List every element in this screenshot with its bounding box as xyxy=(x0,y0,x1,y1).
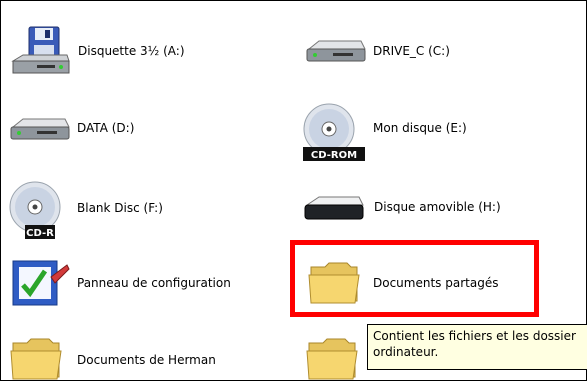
drive-h-item[interactable]: Disque amovible (H:) xyxy=(301,183,551,239)
drive-c-item[interactable]: DRIVE_C (C:) xyxy=(303,25,553,81)
drive-a-label: Disquette 3½ (A:) xyxy=(78,44,185,58)
red-highlight-box xyxy=(290,240,539,317)
removable-disk-icon xyxy=(304,196,364,220)
floppy-drive-icon xyxy=(11,26,70,74)
drive-f-item[interactable]: CD-R Blank Disc (F:) xyxy=(7,179,247,239)
drive-e-item[interactable]: CD-ROM Mon disque (E:) xyxy=(301,101,551,161)
cd-r-badge: CD-R xyxy=(26,228,54,239)
drive-a-item[interactable]: Disquette 3½ (A:) xyxy=(9,25,249,81)
control-panel-label: Panneau de configuration xyxy=(77,276,231,290)
hard-drive-icon xyxy=(306,40,366,62)
cd-rom-badge: CD-ROM xyxy=(311,150,357,161)
tooltip-line-1: Contient les fichiers et les dossier xyxy=(373,329,576,343)
tooltip: Contient les fichiers et les dossier ord… xyxy=(367,324,587,370)
tooltip-line-2: ordinateur. xyxy=(373,345,439,359)
explorer-content-pane: Disquette 3½ (A:) DRIVE_C (C:) DATA (D:) xyxy=(0,0,587,381)
drive-d-item[interactable]: DATA (D:) xyxy=(7,103,247,159)
hard-drive-icon xyxy=(10,118,70,140)
cd-rom-drive-icon: CD-ROM xyxy=(303,103,365,161)
herman-documents-label: Documents de Herman xyxy=(77,353,216,367)
control-panel-icon xyxy=(12,260,70,306)
control-panel-item[interactable]: Panneau de configuration xyxy=(9,257,259,313)
drive-d-label: DATA (D:) xyxy=(77,121,135,135)
drive-h-label: Disque amovible (H:) xyxy=(374,200,501,214)
drive-c-label: DRIVE_C (C:) xyxy=(373,44,450,58)
cd-r-drive-icon: CD-R xyxy=(9,181,61,239)
drive-e-label: Mon disque (E:) xyxy=(373,121,467,135)
drive-f-label: Blank Disc (F:) xyxy=(77,201,163,215)
